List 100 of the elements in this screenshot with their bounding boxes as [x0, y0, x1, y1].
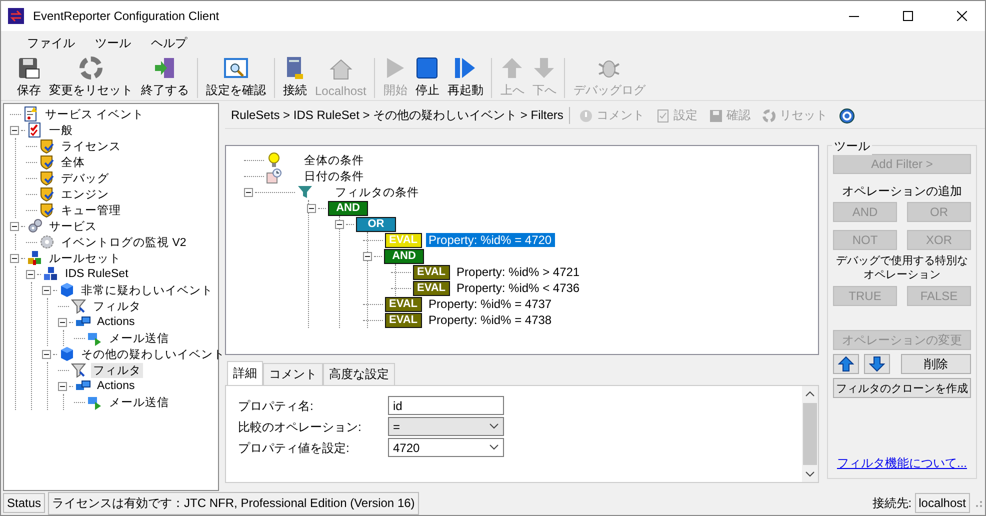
expander-icon[interactable] — [335, 220, 344, 228]
toolbar-button[interactable]: 設定を確認 — [202, 56, 270, 99]
toolbar-button[interactable]: 接続 — [279, 56, 311, 99]
circular-arrows-icon — [762, 108, 776, 122]
input-field[interactable]: id — [388, 396, 504, 415]
checklist-icon — [656, 108, 670, 122]
maximize-icon — [903, 11, 913, 21]
expander-icon[interactable] — [26, 270, 35, 278]
chevron-down-icon[interactable] — [805, 471, 815, 478]
operator-tag[interactable]: AND — [384, 248, 424, 264]
restart-icon — [453, 56, 478, 80]
scrollbar[interactable] — [802, 386, 818, 482]
cube-icon — [59, 346, 75, 362]
lightbulb-icon — [266, 152, 282, 168]
tree-item[interactable]: メール送信 — [107, 330, 171, 346]
blocks-icon — [27, 250, 43, 266]
move-down-button[interactable] — [864, 354, 890, 374]
tree-item[interactable]: フィルタ — [91, 298, 143, 314]
cube-icon — [59, 282, 75, 298]
tree-item[interactable]: その他の疑わしいイベント — [79, 346, 227, 362]
tree-item[interactable]: デバッグ — [59, 170, 111, 186]
operator-tag[interactable]: AND — [328, 200, 368, 216]
calendar-clock-icon — [266, 168, 282, 184]
tree-item[interactable]: 全体 — [59, 154, 87, 170]
tab[interactable]: 高度な設定 — [323, 363, 395, 385]
tree-item[interactable]: 全体の条件 — [302, 152, 366, 168]
tree-item[interactable]: ライセンス — [59, 138, 123, 154]
condition-text[interactable]: Property: %id% > 4721 — [454, 265, 583, 279]
expander-icon[interactable] — [10, 254, 19, 262]
stop-icon — [415, 56, 440, 80]
expander-icon[interactable] — [58, 318, 67, 326]
house-icon — [328, 58, 353, 82]
toolbar-button[interactable]: 終了する — [137, 56, 193, 99]
menu-item[interactable]: ヘルプ — [143, 32, 195, 54]
tree-item[interactable]: イベントログの監視 V2 — [59, 234, 188, 250]
tree-item[interactable]: メール送信 — [107, 394, 171, 410]
eval-tag[interactable]: EVAL — [385, 296, 422, 312]
window-title: EventReporter Configuration Client — [33, 9, 220, 23]
tree-item[interactable]: サービス — [47, 218, 99, 234]
expander-icon[interactable] — [10, 222, 19, 230]
toolbar-button[interactable]: 再起動 — [443, 56, 488, 99]
tree-item[interactable]: ルールセット — [47, 250, 123, 266]
expander-icon[interactable] — [244, 188, 253, 196]
field-label: プロパティ名: — [238, 398, 314, 415]
field-label: 比較のオペレーション: — [238, 419, 362, 436]
chevron-down-icon[interactable] — [489, 444, 499, 451]
move-up-button[interactable] — [833, 354, 859, 374]
tree-item[interactable]: 日付の条件 — [302, 168, 366, 184]
tree-item[interactable]: キュー管理 — [59, 202, 123, 218]
condition-text[interactable]: Property: %id% = 4720 — [426, 233, 555, 247]
toolbar-button[interactable]: 停止 — [411, 56, 444, 99]
tree-item[interactable]: 一般 — [47, 122, 75, 138]
expander-icon[interactable] — [42, 350, 51, 358]
condition-text[interactable]: Property: %id% = 4738 — [426, 313, 555, 327]
tab[interactable]: コメント — [263, 363, 323, 385]
eval-tag[interactable]: EVAL — [413, 264, 450, 280]
tree-item[interactable]: IDS RuleSet — [63, 268, 130, 280]
shield-check-icon — [39, 154, 55, 170]
condition-text[interactable]: Property: %id% < 4736 — [454, 281, 583, 295]
menu-item[interactable]: ツール — [87, 32, 139, 54]
funnel-icon — [297, 184, 313, 200]
expander-icon[interactable] — [58, 382, 67, 390]
tree-item[interactable]: Actions — [95, 380, 137, 392]
tree-item[interactable]: フィルタの条件 — [333, 184, 421, 200]
help-link[interactable]: フィルタ機能について... — [833, 455, 971, 472]
blocks-icon — [43, 266, 59, 282]
tree-item[interactable]: Actions — [95, 316, 137, 328]
tab[interactable]: 詳細 — [227, 361, 263, 385]
toolbar-button[interactable]: 変更をリセット — [45, 56, 137, 99]
tree-item[interactable]: 非常に疑わしいイベント — [79, 282, 215, 298]
section-label: デバッグで使用する特別な — [835, 254, 969, 268]
close-icon — [957, 11, 967, 21]
comment-icon — [579, 108, 594, 122]
expander-icon[interactable] — [42, 286, 51, 294]
field-label: プロパティ値を設定: — [238, 440, 350, 457]
toolbar-button[interactable]: 保存 — [13, 56, 45, 99]
arrow-window-icon — [87, 394, 103, 410]
eval-tag[interactable]: EVAL — [385, 312, 422, 328]
expander-icon[interactable] — [10, 126, 19, 134]
delete-button[interactable]: 削除 — [901, 354, 971, 374]
tree-item[interactable]: エンジン — [59, 186, 111, 202]
status-message: ライセンスは有効です：JTC NFR, Professional Edition (Version 16) — [48, 492, 419, 514]
connection-value: localhost — [914, 493, 970, 513]
shield-check-icon — [39, 138, 55, 154]
magnifier-window-icon — [224, 56, 248, 80]
shield-check-icon — [39, 186, 55, 202]
tree-item[interactable]: サービス イベント — [43, 106, 146, 122]
operator-tag[interactable]: OR — [356, 216, 396, 232]
document-icon — [23, 106, 39, 122]
expander-icon[interactable] — [363, 252, 372, 260]
clone-filter-button[interactable]: フィルタのクローンを作成 — [833, 378, 971, 398]
section-label: オペレーション — [862, 268, 942, 282]
dropdown[interactable]: 4720 — [388, 438, 504, 457]
expander-icon[interactable] — [307, 204, 316, 212]
condition-text[interactable]: Property: %id% = 4737 — [426, 297, 555, 311]
eval-tag[interactable]: EVAL — [413, 280, 450, 296]
menu-item[interactable]: ファイル — [19, 32, 83, 54]
tree-item[interactable]: フィルタ — [91, 362, 143, 378]
status-label: Status — [3, 493, 46, 513]
chevron-up-icon[interactable] — [805, 390, 815, 397]
